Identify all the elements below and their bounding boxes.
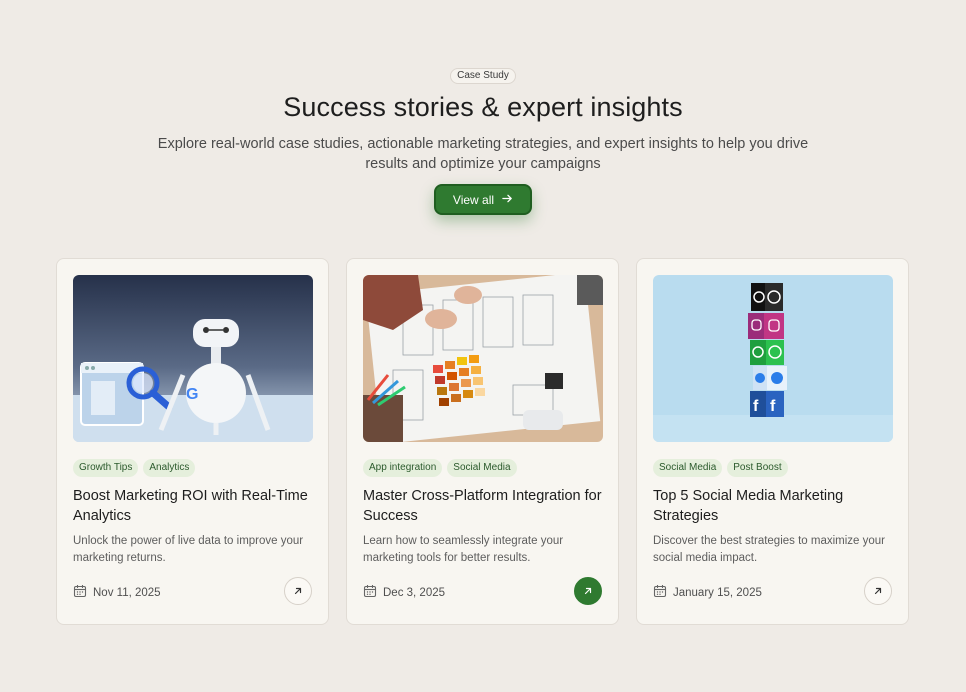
page-title: Success stories & expert insights xyxy=(283,92,683,122)
card-date: January 15, 2025 xyxy=(653,584,762,601)
card-image-social-cubes: f f xyxy=(653,275,893,442)
view-all-button[interactable]: View all xyxy=(434,184,532,215)
card-title[interactable]: Boost Marketing ROI with Real-Time Analy… xyxy=(73,486,313,526)
card-date-text: Dec 3, 2025 xyxy=(383,586,446,599)
tag[interactable]: Social Media xyxy=(653,459,723,477)
card-date: Nov 11, 2025 xyxy=(73,584,161,601)
tag[interactable]: App integration xyxy=(363,459,443,477)
svg-text:f: f xyxy=(770,398,776,415)
card-tags: Social Media Post Boost xyxy=(653,459,788,477)
calendar-icon xyxy=(73,584,87,601)
arrow-up-right-icon xyxy=(293,584,303,599)
page-subtitle: Explore real-world case studies, actiona… xyxy=(157,136,809,172)
card-tags: Growth Tips Analytics xyxy=(73,459,196,477)
calendar-icon xyxy=(653,584,667,601)
tag[interactable]: Growth Tips xyxy=(73,459,139,477)
calendar-icon xyxy=(363,584,377,601)
section-badge: Case Study xyxy=(450,68,516,84)
blog-card-social-media[interactable]: f f Social Media Post Boost Top 5 Social… xyxy=(636,258,909,625)
card-date: Dec 3, 2025 xyxy=(363,584,445,601)
tag[interactable]: Analytics xyxy=(143,459,196,477)
svg-text:f: f xyxy=(753,398,759,415)
blog-card-integration[interactable]: App integration Social Media Master Cros… xyxy=(346,258,619,625)
card-date-text: Nov 11, 2025 xyxy=(93,586,161,599)
card-description: Discover the best strategies to maximize… xyxy=(653,535,886,564)
open-article-button[interactable] xyxy=(284,577,312,605)
card-title[interactable]: Master Cross-Platform Integration for Su… xyxy=(363,486,603,526)
arrow-up-right-icon xyxy=(873,584,883,599)
svg-text:G: G xyxy=(186,386,198,403)
arrow-right-icon xyxy=(502,193,513,207)
card-image-robot-analytics: G xyxy=(73,275,313,442)
card-image-design-sketches xyxy=(363,275,603,442)
card-description: Learn how to seamlessly integrate your m… xyxy=(363,535,564,564)
card-description: Unlock the power of live data to improve… xyxy=(73,535,304,564)
open-article-button[interactable] xyxy=(574,577,602,605)
card-title[interactable]: Top 5 Social Media Marketing Strategies xyxy=(653,486,893,526)
blog-card-analytics[interactable]: G Growth Tips Analytics Boost Marketing … xyxy=(56,258,329,625)
open-article-button[interactable] xyxy=(864,577,892,605)
card-date-text: January 15, 2025 xyxy=(673,586,762,599)
view-all-label: View all xyxy=(452,192,495,207)
arrow-up-right-icon xyxy=(583,584,593,599)
card-tags: App integration Social Media xyxy=(363,459,517,477)
tag[interactable]: Post Boost xyxy=(727,459,788,477)
tag[interactable]: Social Media xyxy=(447,459,517,477)
